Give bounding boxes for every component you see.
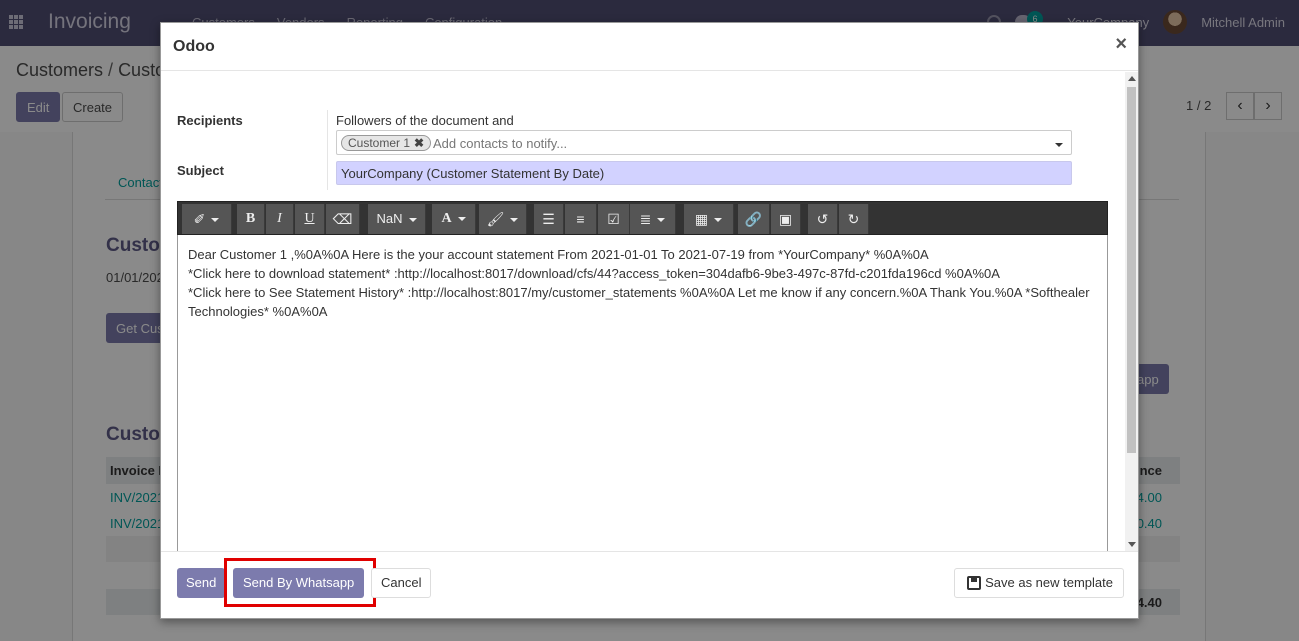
- eraser-icon[interactable]: ⌫: [326, 204, 360, 234]
- recipients-placeholder[interactable]: Add contacts to notify...: [433, 136, 567, 151]
- link-icon[interactable]: 🔗: [738, 204, 770, 234]
- table-icon[interactable]: ▦: [684, 204, 734, 234]
- editor-toolbar: ✐ B I U ⌫ NaN A 🖌 ☰ ≡ ☑ ≣ ▦ 🔗 ▣ ↺ ↻: [177, 201, 1108, 235]
- dialog-footer: Send Send By Whatsapp Cancel Save as new…: [161, 551, 1138, 619]
- bold-icon[interactable]: B: [237, 204, 265, 234]
- italic-icon[interactable]: I: [266, 204, 294, 234]
- recipient-tag-label: Customer 1: [348, 136, 411, 150]
- unordered-list-icon[interactable]: ☰: [534, 204, 564, 234]
- compose-dialog: Odoo × Recipients Followers of the docum…: [160, 22, 1139, 619]
- highlight-box: [224, 558, 376, 607]
- ordered-list-icon[interactable]: ≡: [565, 204, 597, 234]
- font-size-dropdown[interactable]: NaN: [368, 204, 426, 234]
- paint-brush-icon[interactable]: 🖌: [479, 204, 527, 234]
- scroll-down-icon[interactable]: [1128, 542, 1136, 547]
- undo-icon[interactable]: ↺: [808, 204, 838, 234]
- save-as-template-label: Save as new template: [985, 575, 1113, 590]
- recipients-input[interactable]: Customer 1 ✖ Add contacts to notify...: [336, 130, 1072, 155]
- dialog-title: Odoo: [173, 38, 215, 55]
- body-line: Dear Customer 1 ,%0A%0A Here is the your…: [188, 247, 929, 262]
- followers-text: Followers of the document and: [336, 113, 514, 128]
- send-button[interactable]: Send: [177, 568, 226, 598]
- dialog-body: Recipients Followers of the document and…: [161, 72, 1138, 551]
- message-body-editor[interactable]: Dear Customer 1 ,%0A%0A Here is the your…: [177, 235, 1108, 551]
- dialog-header: Odoo ×: [161, 23, 1138, 71]
- recipients-label: Recipients: [177, 113, 243, 128]
- font-color-icon[interactable]: A: [432, 204, 476, 234]
- chevron-down-icon[interactable]: [1055, 143, 1063, 147]
- body-line: *Click here to download statement* :http…: [188, 266, 1000, 281]
- scroll-thumb[interactable]: [1127, 87, 1136, 453]
- body-line: *Click here to See Statement History* :h…: [188, 285, 1090, 319]
- recipient-tag: Customer 1 ✖: [341, 135, 432, 151]
- align-icon[interactable]: ≣: [630, 204, 676, 234]
- checklist-icon[interactable]: ☑: [598, 204, 630, 234]
- scroll-up-icon[interactable]: [1128, 76, 1136, 81]
- underline-icon[interactable]: U: [295, 204, 325, 234]
- redo-icon[interactable]: ↻: [839, 204, 869, 234]
- subject-label: Subject: [177, 163, 224, 178]
- image-icon[interactable]: ▣: [771, 204, 801, 234]
- subject-field[interactable]: YourCompany (Customer Statement By Date): [336, 161, 1072, 185]
- font-size-value: NaN: [376, 211, 403, 226]
- magic-wand-icon[interactable]: ✐: [182, 204, 232, 234]
- cancel-button[interactable]: Cancel: [371, 568, 432, 598]
- dialog-scrollbar[interactable]: [1125, 72, 1138, 551]
- save-icon: [967, 576, 982, 590]
- remove-tag-icon[interactable]: ✖: [414, 136, 424, 150]
- close-icon[interactable]: ×: [1115, 34, 1127, 54]
- save-as-template-button[interactable]: Save as new template: [954, 568, 1124, 598]
